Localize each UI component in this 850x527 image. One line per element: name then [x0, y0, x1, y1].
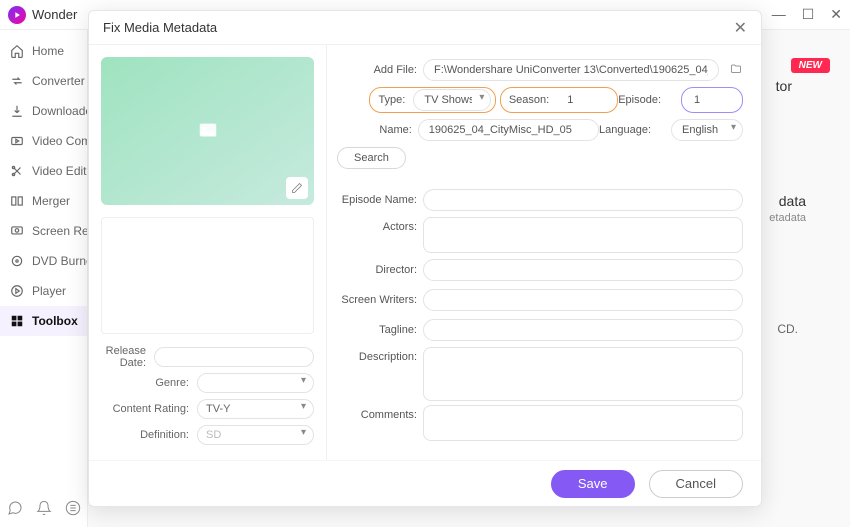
- episode-name-input[interactable]: [423, 189, 743, 211]
- sidebar-label: Toolbox: [32, 314, 78, 328]
- close-icon[interactable]: ✕: [734, 18, 747, 38]
- notification-icon[interactable]: [36, 500, 52, 519]
- sidebar-item-converter[interactable]: Converter: [0, 66, 87, 96]
- dialog-title: Fix Media Metadata: [103, 20, 217, 35]
- pencil-icon: [291, 182, 303, 194]
- thumbnail: [101, 57, 314, 205]
- thumbnail-panel: Release Date: Genre: Content Rating: TV-…: [89, 45, 327, 460]
- sidebar-label: Downloader: [32, 104, 87, 118]
- sidebar-label: Screen Recorder: [32, 224, 87, 238]
- dialog-header: Fix Media Metadata ✕: [89, 11, 761, 45]
- app-title: Wonder: [32, 7, 77, 22]
- save-button[interactable]: Save: [551, 470, 635, 498]
- episode-input[interactable]: [684, 89, 740, 111]
- window-minimize-button[interactable]: —: [772, 6, 786, 23]
- bg-text: data: [779, 193, 806, 209]
- type-label: Type:: [378, 94, 405, 106]
- type-select[interactable]: TV Shows: [413, 89, 491, 111]
- sidebar-item-downloader[interactable]: Downloader: [0, 96, 87, 126]
- sidebar-label: Video Editor: [32, 164, 87, 178]
- language-label: Language:: [599, 124, 651, 136]
- sidebar-label: Player: [32, 284, 66, 298]
- screen-writers-input[interactable]: [423, 289, 743, 311]
- episode-group-highlight: [681, 87, 743, 113]
- window-close-button[interactable]: ✕: [830, 6, 842, 23]
- actors-input[interactable]: [423, 217, 743, 253]
- sidebar-label: Converter: [32, 74, 85, 88]
- description-label: Description:: [335, 347, 417, 363]
- screen-writers-label: Screen Writers:: [335, 294, 417, 306]
- image-icon: [195, 120, 221, 142]
- genre-select[interactable]: [197, 373, 314, 393]
- bg-text: tor: [776, 78, 792, 94]
- definition-select[interactable]: SD: [197, 425, 314, 445]
- add-file-label: Add File:: [335, 64, 417, 76]
- sidebar-item-home[interactable]: Home: [0, 36, 87, 66]
- season-group-highlight: Season:: [500, 87, 618, 113]
- content-rating-select[interactable]: TV-Y: [197, 399, 314, 419]
- definition-label: Definition:: [101, 429, 189, 441]
- sidebar-label: DVD Burner: [32, 254, 87, 268]
- sidebar-item-screen-recorder[interactable]: Screen Recorder: [0, 216, 87, 246]
- actors-label: Actors:: [335, 217, 417, 233]
- release-date-label: Release Date:: [101, 345, 146, 369]
- app-logo-icon: [8, 6, 26, 24]
- type-group-highlight: Type: TV Shows: [369, 87, 496, 113]
- sidebar-item-toolbox[interactable]: Toolbox: [0, 306, 87, 336]
- bg-text: etadata: [769, 212, 806, 224]
- fix-metadata-dialog: Fix Media Metadata ✕ Release Date: Genre…: [88, 10, 762, 507]
- director-input[interactable]: [423, 259, 743, 281]
- metadata-form: Add File: Type: TV Shows Season: Episode…: [327, 45, 761, 460]
- season-input[interactable]: [557, 89, 613, 111]
- sidebar-item-video-compressor[interactable]: Video Compressor: [0, 126, 87, 156]
- episode-label: Episode:: [618, 94, 661, 106]
- search-button[interactable]: Search: [337, 147, 406, 169]
- sidebar-label: Home: [32, 44, 64, 58]
- comments-label: Comments:: [335, 405, 417, 421]
- window-maximize-button[interactable]: ☐: [802, 6, 815, 23]
- settings-icon[interactable]: [65, 500, 81, 519]
- sidebar-item-video-editor[interactable]: Video Editor: [0, 156, 87, 186]
- season-label: Season:: [509, 94, 549, 106]
- sidebar-label: Merger: [32, 194, 70, 208]
- dialog-footer: Save Cancel: [89, 460, 761, 506]
- edit-thumbnail-button[interactable]: [286, 177, 308, 199]
- episode-name-label: Episode Name:: [335, 194, 417, 206]
- sidebar-item-dvd-burner[interactable]: DVD Burner: [0, 246, 87, 276]
- genre-label: Genre:: [101, 377, 189, 389]
- comments-input[interactable]: [423, 405, 743, 441]
- name-label: Name:: [335, 124, 412, 136]
- release-date-input[interactable]: [154, 347, 314, 367]
- tagline-label: Tagline:: [335, 324, 417, 336]
- sidebar-item-player[interactable]: Player: [0, 276, 87, 306]
- blank-area: [101, 217, 314, 334]
- name-input[interactable]: [418, 119, 599, 141]
- new-badge: NEW: [791, 58, 830, 73]
- add-file-input[interactable]: [423, 59, 719, 81]
- feedback-icon[interactable]: [7, 500, 23, 519]
- content-rating-label: Content Rating:: [101, 403, 189, 415]
- sidebar: Home Converter Downloader Video Compress…: [0, 30, 88, 527]
- sidebar-label: Video Compressor: [32, 134, 87, 148]
- sidebar-item-merger[interactable]: Merger: [0, 186, 87, 216]
- folder-icon[interactable]: [729, 63, 743, 78]
- language-select[interactable]: English: [671, 119, 743, 141]
- bg-text: CD.: [777, 322, 798, 336]
- tagline-input[interactable]: [423, 319, 743, 341]
- description-input[interactable]: [423, 347, 743, 401]
- director-label: Director:: [335, 264, 417, 276]
- cancel-button[interactable]: Cancel: [649, 470, 743, 498]
